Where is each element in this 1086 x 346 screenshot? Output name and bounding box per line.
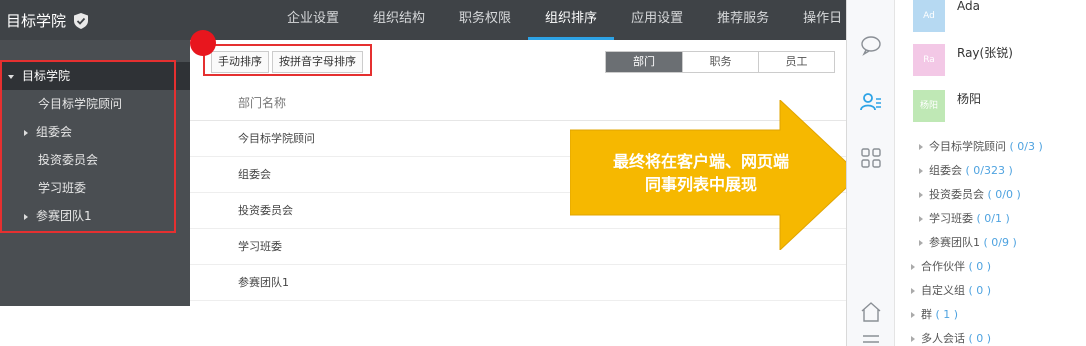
org-subgroup-item[interactable]: 参赛团队1 ( 0/9 ) (919, 234, 1017, 250)
group-name: 群 (921, 308, 932, 321)
apps-grid-icon[interactable] (859, 146, 883, 170)
group-count: ( 1 ) (935, 308, 959, 321)
callout-line-2: 同事列表中展现 (644, 175, 757, 194)
collapsed-triangle-icon (911, 312, 915, 318)
callout-text: 最终将在客户端、网页端 同事列表中展现 (570, 150, 832, 196)
tab-recommended-services[interactable]: 推荐服务 (700, 0, 786, 40)
view-segmented-control: 部门 职务 员工 (605, 51, 835, 73)
top-bar: 目标学院 企业设置 组织结构 职务权限 组织排序 应用设置 推荐服务 操作日 (0, 0, 846, 40)
subgroup-name: 组委会 (929, 164, 962, 177)
callout-line-1: 最终将在客户端、网页端 (612, 152, 789, 171)
subgroup-name: 参赛团队1 (929, 236, 980, 249)
brand[interactable]: 目标学院 (6, 10, 89, 31)
menu-icon[interactable] (859, 328, 883, 346)
collapsed-triangle-icon (919, 144, 923, 150)
collapsed-triangle-icon (911, 288, 915, 294)
group-count: ( 0 ) (968, 260, 992, 273)
contact-name[interactable]: 杨阳 (957, 90, 981, 107)
contact-group-item[interactable]: 自定义组 ( 0 ) (911, 282, 991, 298)
subgroup-name: 学习班委 (929, 212, 973, 225)
collapsed-triangle-icon (919, 216, 923, 222)
org-subgroup-item[interactable]: 今目标学院顾问 ( 0/3 ) (919, 138, 1043, 154)
contact-group-item[interactable]: 多人会话 ( 0 ) (911, 330, 991, 346)
tab-org-sort[interactable]: 组织排序 (528, 0, 615, 40)
contact-name[interactable]: Ray(张锐) (957, 44, 1013, 61)
top-nav: 企业设置 组织结构 职务权限 组织排序 应用设置 推荐服务 操作日 (270, 0, 859, 40)
client-icon-rail (847, 0, 895, 346)
tab-position-permissions[interactable]: 职务权限 (442, 0, 528, 40)
collapsed-triangle-icon (919, 240, 923, 246)
contacts-icon[interactable] (859, 90, 883, 114)
group-name: 自定义组 (921, 284, 965, 297)
client-preview-panel: Ad Ada Ra Ray(张锐) 杨阳 杨阳 今目标学院顾问 ( 0/3 ) … (846, 0, 1086, 346)
avatar[interactable]: 杨阳 (913, 90, 945, 122)
subgroup-count: ( 0/1 ) (976, 212, 1010, 225)
collapsed-triangle-icon (911, 264, 915, 270)
contact-group-item[interactable]: 合作伙伴 ( 0 ) (911, 258, 991, 274)
contact-group-item[interactable]: 群 ( 1 ) (911, 306, 958, 322)
highlight-box-sidebar (0, 60, 176, 233)
avatar[interactable]: Ad (913, 0, 945, 32)
highlight-box-sort-buttons (203, 44, 372, 76)
org-subgroup-item[interactable]: 学习班委 ( 0/1 ) (919, 210, 1010, 226)
group-count: ( 0 ) (968, 332, 992, 345)
subgroup-name: 投资委员会 (929, 188, 984, 201)
chat-bubble-icon[interactable] (859, 33, 883, 57)
group-name: 多人会话 (921, 332, 965, 345)
segment-employee[interactable]: 员工 (758, 52, 834, 72)
subgroup-count: ( 0/3 ) (1009, 140, 1043, 153)
collapsed-triangle-icon (919, 168, 923, 174)
collapsed-triangle-icon (911, 336, 915, 342)
org-subgroup-item[interactable]: 投资委员会 ( 0/0 ) (919, 186, 1021, 202)
group-count: ( 0 ) (968, 284, 992, 297)
subgroup-name: 今目标学院顾问 (929, 140, 1006, 153)
contact-name[interactable]: Ada (957, 0, 980, 12)
subgroup-count: ( 0/9 ) (983, 236, 1017, 249)
tab-app-settings[interactable]: 应用设置 (614, 0, 700, 40)
shield-check-icon (74, 12, 89, 29)
segment-position[interactable]: 职务 (682, 52, 758, 72)
subgroup-count: ( 0/0 ) (987, 188, 1021, 201)
avatar[interactable]: Ra (913, 44, 945, 76)
tab-enterprise-settings[interactable]: 企业设置 (270, 0, 356, 40)
org-subgroup-item[interactable]: 组委会 ( 0/323 ) (919, 162, 1013, 178)
subgroup-count: ( 0/323 ) (965, 164, 1013, 177)
table-row[interactable]: 参赛团队1 (190, 265, 846, 301)
brand-name: 目标学院 (6, 12, 67, 30)
segment-department[interactable]: 部门 (606, 52, 682, 72)
red-marker-dot (190, 30, 216, 56)
collapsed-triangle-icon (919, 192, 923, 198)
home-icon[interactable] (859, 300, 883, 324)
group-name: 合作伙伴 (921, 260, 965, 273)
tab-org-structure[interactable]: 组织结构 (356, 0, 442, 40)
